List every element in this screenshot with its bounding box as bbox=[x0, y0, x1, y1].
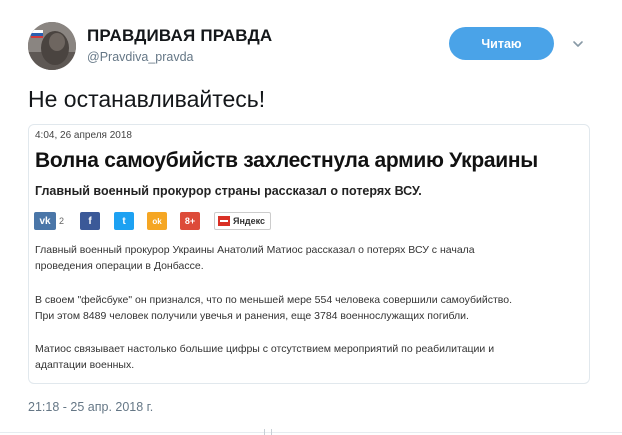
divider-handle bbox=[264, 429, 272, 435]
paragraph-line: Матиос связывает настолько большие цифры… bbox=[35, 343, 495, 355]
article-screenshot[interactable]: 4:04, 26 апреля 2018 Волна самоубийств з… bbox=[28, 124, 590, 384]
article-paragraph: Матиос связывает настолько большие цифры… bbox=[35, 341, 585, 373]
vk-share-icon[interactable]: vk bbox=[34, 212, 56, 230]
paragraph-line: проведения операции в Донбассе. bbox=[35, 260, 204, 272]
paragraph-line: Главный военный прокурор Украины Анатоли… bbox=[35, 244, 475, 256]
paragraph-line: адаптации военных. bbox=[35, 359, 135, 371]
paragraph-line: При этом 8489 человек получили увечья и … bbox=[35, 310, 469, 322]
facebook-share-icon[interactable]: f bbox=[80, 212, 100, 230]
tweet: ПРАВДИВАЯ ПРАВДА @Pravdiva_pravda Читаю … bbox=[0, 0, 622, 435]
vk-share-count: 2 bbox=[59, 216, 65, 226]
paragraph-line: В своем "фейсбуке" он признался, что по … bbox=[35, 294, 513, 306]
chevron-down-icon[interactable] bbox=[571, 37, 585, 51]
divider bbox=[0, 432, 622, 433]
author-display-name[interactable]: ПРАВДИВАЯ ПРАВДА bbox=[87, 26, 272, 46]
odnoklassniki-share-icon[interactable]: ok bbox=[147, 212, 167, 230]
tweet-text: Не останавливайтесь! bbox=[28, 86, 266, 112]
article-subtitle: Главный военный прокурор страны рассказа… bbox=[35, 184, 422, 198]
tweet-timestamp[interactable]: 21:18 - 25 апр. 2018 г. bbox=[28, 400, 153, 414]
author-handle[interactable]: @Pravdiva_pravda bbox=[87, 50, 194, 64]
yandex-share-button[interactable]: Яндекс bbox=[214, 212, 272, 230]
follow-button[interactable]: Читаю bbox=[449, 27, 554, 60]
twitter-share-icon[interactable]: t bbox=[114, 212, 134, 230]
avatar-image bbox=[28, 22, 76, 70]
share-row: vk 2 f t ok 8+ Яндекс bbox=[34, 212, 272, 230]
yandex-label: Яндекс bbox=[233, 216, 266, 226]
article-paragraph: В своем "фейсбуке" он признался, что по … bbox=[35, 292, 585, 324]
article-paragraph: Главный военный прокурор Украины Анатоли… bbox=[35, 242, 585, 274]
gplus-share-icon[interactable]: 8+ bbox=[180, 212, 200, 230]
article-date: 4:04, 26 апреля 2018 bbox=[35, 130, 132, 141]
avatar[interactable] bbox=[28, 22, 76, 70]
article-title: Волна самоубийств захлестнула армию Укра… bbox=[35, 149, 538, 172]
yandex-icon bbox=[218, 216, 230, 226]
